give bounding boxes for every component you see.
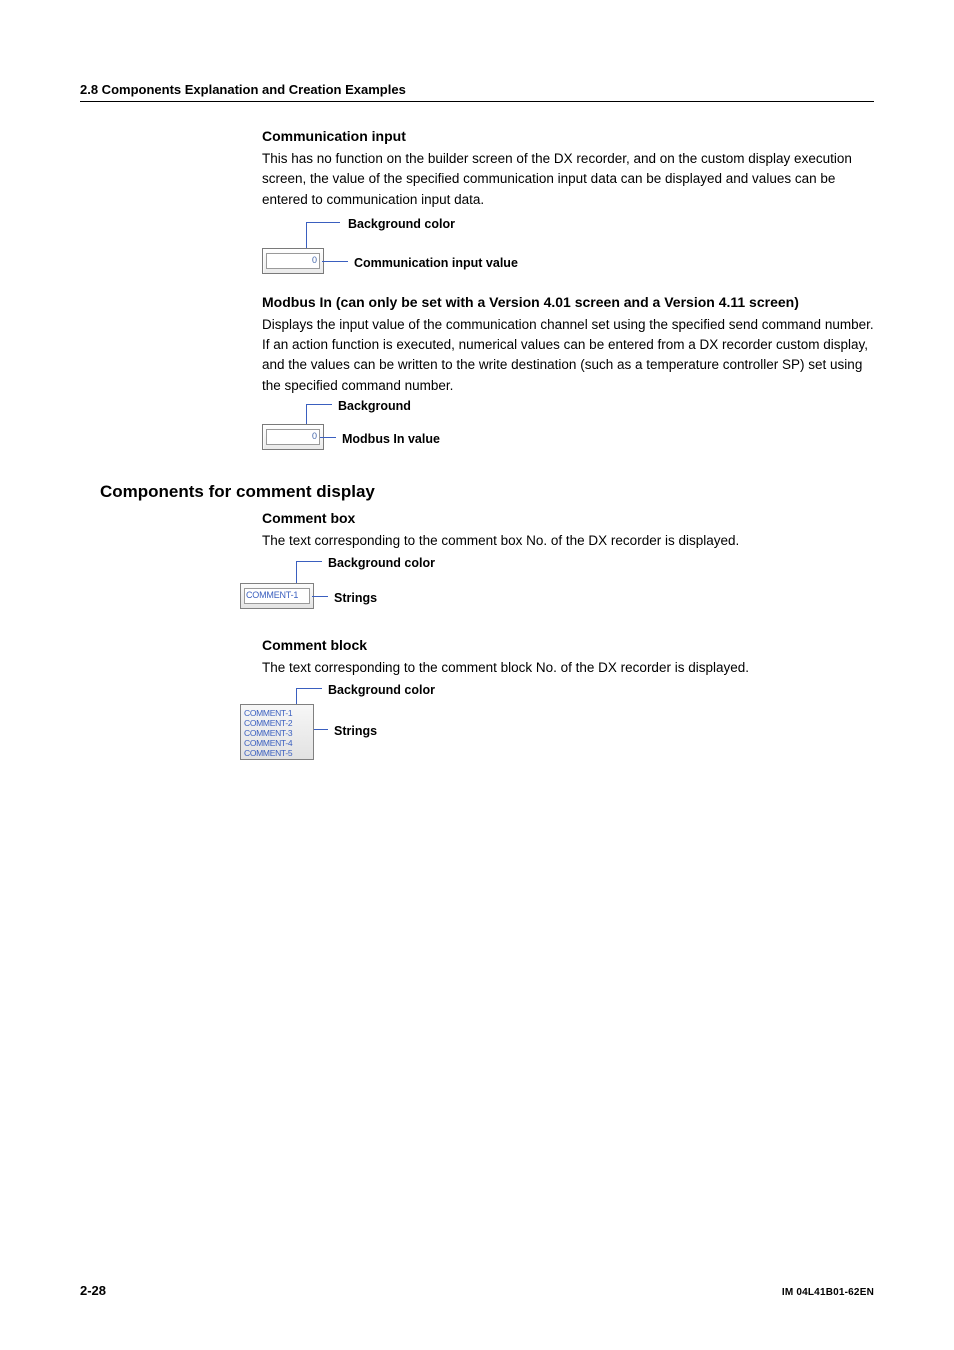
page: 2.8 Components Explanation and Creation … xyxy=(0,0,954,1350)
para-communication-input: This has no function on the builder scre… xyxy=(262,149,882,210)
input-box-value: 0 xyxy=(266,429,320,445)
content-column: Communication input This has no function… xyxy=(262,126,882,454)
diagram-modbus-in: Background 0 Modbus In value xyxy=(262,400,882,454)
label-background-color: Background color xyxy=(328,554,435,573)
diagram-comment-block: Background color COMMENT-1 COMMENT-2 COM… xyxy=(240,682,882,768)
comment-block-line: COMMENT-5 xyxy=(244,748,310,758)
page-number: 2-28 xyxy=(80,1283,106,1298)
label-background-color: Background color xyxy=(348,215,455,234)
para-comment-box: The text corresponding to the comment bo… xyxy=(262,531,882,551)
comment-block-line: COMMENT-2 xyxy=(244,718,310,728)
section-header: 2.8 Components Explanation and Creation … xyxy=(80,82,874,102)
document-id: IM 04L41B01-62EN xyxy=(782,1287,874,1298)
heading-comment-block: Comment block xyxy=(262,635,882,656)
input-box-value: 0 xyxy=(266,253,320,269)
input-box-exterior: 0 xyxy=(262,248,324,274)
content-column-2: Comment box The text corresponding to th… xyxy=(262,508,882,769)
diagram-communication-input: Background color 0 Communication input v… xyxy=(262,214,882,280)
heading-components-comment-display: Components for comment display xyxy=(100,482,874,502)
input-box-exterior: 0 xyxy=(262,424,324,450)
label-background: Background xyxy=(338,397,411,416)
comment-box-text: COMMENT-1 xyxy=(244,588,310,604)
comment-block-line: COMMENT-1 xyxy=(244,708,310,718)
para-comment-block: The text corresponding to the comment bl… xyxy=(262,658,882,678)
comment-block-line: COMMENT-4 xyxy=(244,738,310,748)
para-modbus-in: Displays the input value of the communic… xyxy=(262,315,882,396)
heading-modbus-in: Modbus In (can only be set with a Versio… xyxy=(262,292,882,313)
footer: 2-28 IM 04L41B01-62EN xyxy=(80,1283,874,1298)
label-strings: Strings xyxy=(334,589,377,608)
comment-block-line: COMMENT-3 xyxy=(244,728,310,738)
label-background-color: Background color xyxy=(328,681,435,700)
comment-box-exterior: COMMENT-1 xyxy=(240,583,314,609)
label-comm-input-value: Communication input value xyxy=(354,254,518,273)
heading-comment-box: Comment box xyxy=(262,508,882,529)
diagram-comment-box: Background color COMMENT-1 Strings xyxy=(240,555,882,621)
label-modbus-in-value: Modbus In value xyxy=(342,430,440,449)
label-strings: Strings xyxy=(334,722,377,741)
comment-block-exterior: COMMENT-1 COMMENT-2 COMMENT-3 COMMENT-4 … xyxy=(240,704,314,760)
heading-communication-input: Communication input xyxy=(262,126,882,147)
